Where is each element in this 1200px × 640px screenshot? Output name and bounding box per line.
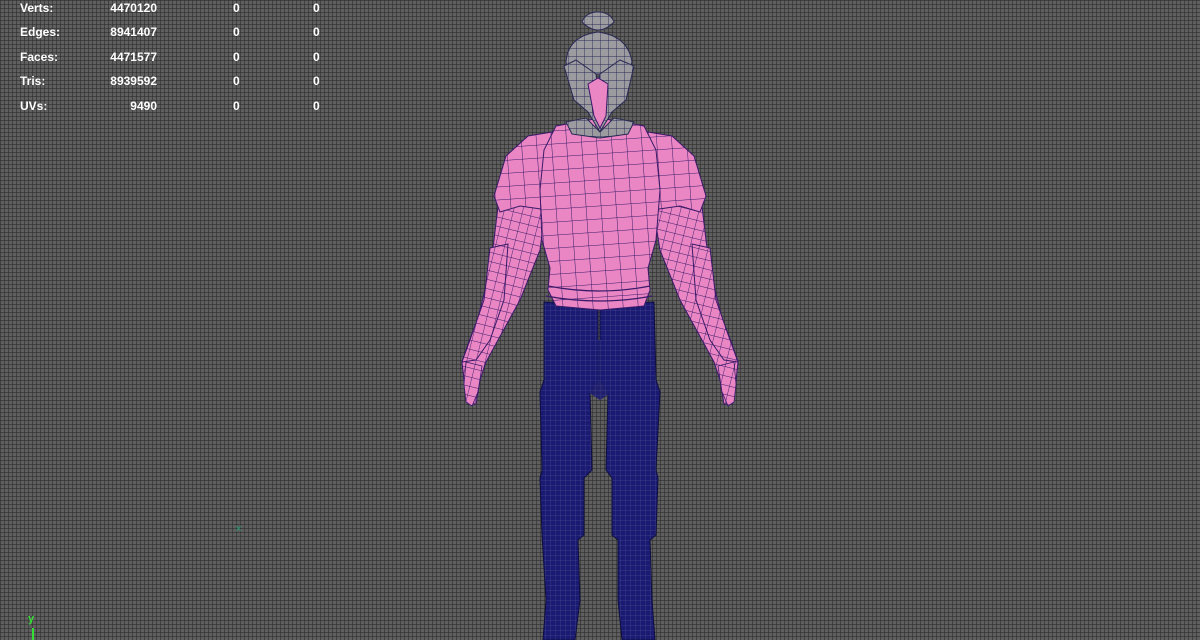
view-axis-indicator: y [22,612,46,640]
helmet-crest [581,11,615,31]
armored-knight-mesh[interactable] [0,0,1200,640]
pivot-marker-icon [235,518,242,532]
y-axis-label: y [28,613,35,625]
helmet[interactable] [563,11,635,139]
chest-plate[interactable] [539,117,661,311]
left-hand [463,361,483,407]
leg-armor[interactable] [539,301,661,640]
right-hand [717,361,737,407]
right-bracer [691,243,739,363]
left-bracer [461,243,509,363]
y-axis-icon [32,628,34,640]
3d-viewport[interactable]: Verts: 4470120 0 0 Edges: 8941407 0 0 Fa… [0,0,1200,640]
